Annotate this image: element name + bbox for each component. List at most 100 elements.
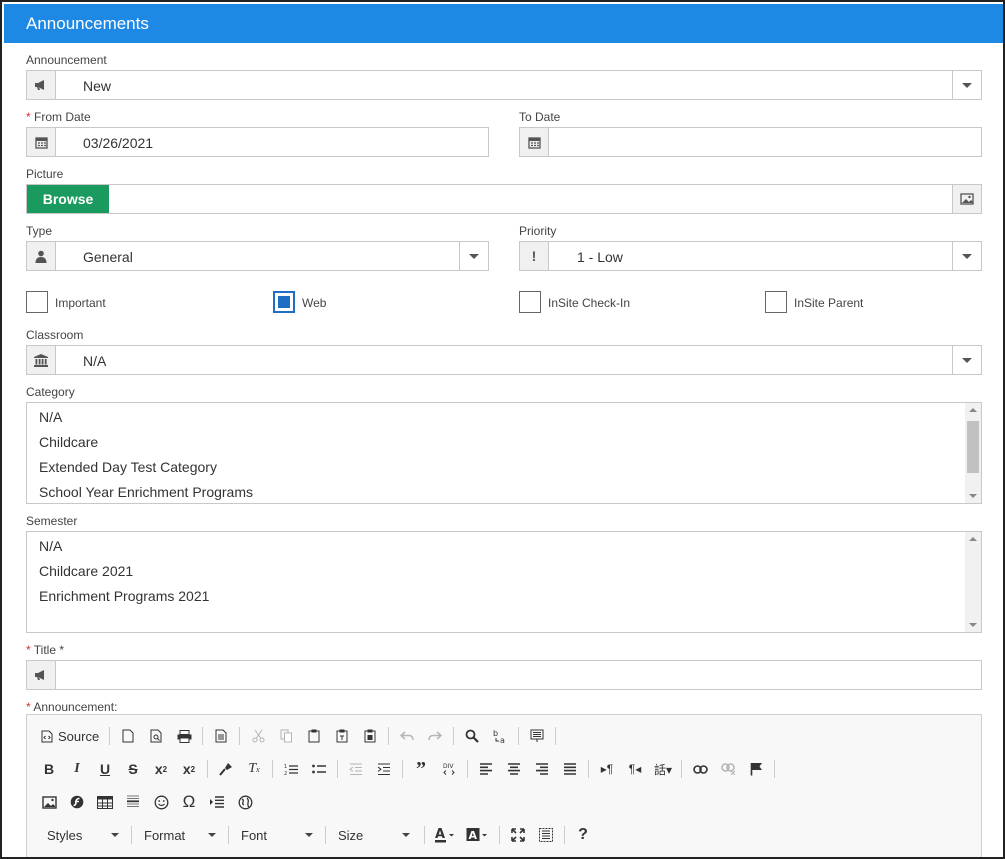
priority-value: 1 - Low bbox=[577, 249, 623, 265]
find-icon[interactable] bbox=[460, 724, 484, 748]
web-checkbox[interactable] bbox=[273, 291, 295, 313]
strikethrough-icon[interactable]: S bbox=[121, 757, 145, 781]
new-page-icon[interactable] bbox=[116, 724, 140, 748]
font-combo[interactable]: Font bbox=[231, 823, 319, 847]
insite-checkin-checkbox[interactable] bbox=[519, 291, 541, 313]
chevron-down-icon[interactable] bbox=[459, 242, 488, 270]
format-combo[interactable]: Format bbox=[134, 823, 222, 847]
link-icon[interactable] bbox=[688, 757, 712, 781]
copy-icon[interactable] bbox=[274, 724, 298, 748]
to-date-label: To Date bbox=[519, 110, 561, 124]
category-scrollbar[interactable] bbox=[965, 403, 981, 503]
size-combo[interactable]: Size bbox=[328, 823, 416, 847]
background-color-icon[interactable]: A bbox=[463, 823, 493, 847]
building-icon bbox=[27, 346, 56, 374]
list-item[interactable]: N/A bbox=[39, 538, 62, 554]
paste-icon[interactable] bbox=[302, 724, 326, 748]
priority-select[interactable]: ! 1 - Low bbox=[519, 241, 982, 271]
align-center-icon[interactable] bbox=[502, 757, 526, 781]
list-item[interactable]: Childcare bbox=[39, 434, 98, 450]
toolbar-divider bbox=[131, 826, 132, 844]
calendar-icon[interactable] bbox=[27, 128, 56, 156]
image-icon[interactable] bbox=[37, 790, 61, 814]
smiley-icon[interactable] bbox=[149, 790, 173, 814]
list-item[interactable]: Extended Day Test Category bbox=[39, 459, 217, 475]
chevron-down-icon[interactable] bbox=[952, 242, 981, 270]
align-left-icon[interactable] bbox=[474, 757, 498, 781]
list-item[interactable]: Childcare 2021 bbox=[39, 563, 133, 579]
paste-word-icon[interactable] bbox=[358, 724, 382, 748]
list-item[interactable]: N/A bbox=[39, 409, 62, 425]
from-date-field[interactable]: 03/26/2021 bbox=[26, 127, 489, 157]
outdent-icon[interactable] bbox=[344, 757, 368, 781]
rtl-icon[interactable]: ¶◂ bbox=[623, 757, 647, 781]
italic-icon[interactable]: I bbox=[65, 757, 89, 781]
type-select[interactable]: General bbox=[26, 241, 489, 271]
scroll-thumb[interactable] bbox=[967, 421, 979, 473]
title-field[interactable] bbox=[26, 660, 982, 690]
list-item[interactable]: Enrichment Programs 2021 bbox=[39, 588, 209, 604]
special-char-icon[interactable]: Ω bbox=[177, 790, 201, 814]
source-button[interactable]: Source bbox=[37, 724, 103, 748]
flash-icon[interactable] bbox=[65, 790, 89, 814]
indent-icon[interactable] bbox=[372, 757, 396, 781]
scroll-down-icon[interactable] bbox=[969, 494, 977, 498]
picture-field[interactable]: Browse bbox=[26, 184, 982, 214]
preview-icon[interactable] bbox=[144, 724, 168, 748]
semester-listbox[interactable]: N/A Childcare 2021 Enrichment Programs 2… bbox=[26, 531, 982, 633]
styles-combo[interactable]: Styles bbox=[37, 823, 125, 847]
classroom-select[interactable]: N/A bbox=[26, 345, 982, 375]
subscript-icon[interactable]: x2 bbox=[149, 757, 173, 781]
browse-button[interactable]: Browse bbox=[27, 185, 109, 213]
help-icon[interactable]: ? bbox=[571, 823, 595, 847]
to-date-field[interactable] bbox=[519, 127, 982, 157]
copy-formatting-icon[interactable] bbox=[214, 757, 238, 781]
category-listbox[interactable]: N/A Childcare Extended Day Test Category… bbox=[26, 402, 982, 504]
announcement-label: Announcement bbox=[26, 53, 107, 67]
language-icon[interactable]: 話▾ bbox=[651, 757, 675, 781]
insite-parent-checkbox[interactable] bbox=[765, 291, 787, 313]
undo-icon[interactable] bbox=[395, 724, 419, 748]
bulleted-list-icon[interactable] bbox=[307, 757, 331, 781]
replace-icon[interactable]: ba bbox=[488, 724, 512, 748]
redo-icon[interactable] bbox=[423, 724, 447, 748]
underline-icon[interactable]: U bbox=[93, 757, 117, 781]
page-break-icon[interactable] bbox=[205, 790, 229, 814]
table-icon[interactable] bbox=[93, 790, 117, 814]
print-icon[interactable] bbox=[172, 724, 196, 748]
classroom-value: N/A bbox=[83, 353, 107, 369]
align-right-icon[interactable] bbox=[530, 757, 554, 781]
chevron-down-icon[interactable] bbox=[952, 71, 981, 99]
maximize-icon[interactable] bbox=[506, 823, 530, 847]
bold-icon[interactable]: B bbox=[37, 757, 61, 781]
unlink-icon[interactable] bbox=[716, 757, 740, 781]
scroll-up-icon[interactable] bbox=[969, 408, 977, 412]
rich-text-editor[interactable]: Source ba B I U S x 2 x 2 T x 1 2 ” DIV … bbox=[26, 714, 982, 857]
text-color-icon[interactable]: A bbox=[431, 823, 459, 847]
announcement-select[interactable]: New bbox=[26, 70, 982, 100]
iframe-globe-icon[interactable] bbox=[233, 790, 257, 814]
panel-title: Announcements bbox=[26, 14, 149, 33]
toolbar-divider bbox=[109, 727, 111, 745]
ltr-icon[interactable]: ▸¶ bbox=[595, 757, 619, 781]
templates-icon[interactable] bbox=[209, 724, 233, 748]
superscript-icon[interactable]: x2 bbox=[177, 757, 201, 781]
cut-icon[interactable] bbox=[246, 724, 270, 748]
blockquote-icon[interactable]: ” bbox=[409, 757, 433, 781]
numbered-list-icon[interactable]: 12 bbox=[279, 757, 303, 781]
chevron-down-icon[interactable] bbox=[952, 346, 981, 374]
paste-text-icon[interactable] bbox=[330, 724, 354, 748]
justify-icon[interactable] bbox=[558, 757, 582, 781]
calendar-icon[interactable] bbox=[520, 128, 549, 156]
show-blocks-icon[interactable] bbox=[534, 823, 558, 847]
scroll-down-icon[interactable] bbox=[969, 623, 977, 627]
list-item[interactable]: School Year Enrichment Programs bbox=[39, 484, 253, 500]
semester-scrollbar[interactable] bbox=[965, 532, 981, 632]
scroll-up-icon[interactable] bbox=[969, 537, 977, 541]
horizontal-line-icon[interactable] bbox=[121, 790, 145, 814]
select-all-icon[interactable] bbox=[525, 724, 549, 748]
create-div-icon[interactable]: DIV bbox=[437, 757, 461, 781]
anchor-flag-icon[interactable] bbox=[744, 757, 768, 781]
remove-format-icon[interactable]: Tx bbox=[242, 757, 266, 781]
important-checkbox[interactable] bbox=[26, 291, 48, 313]
